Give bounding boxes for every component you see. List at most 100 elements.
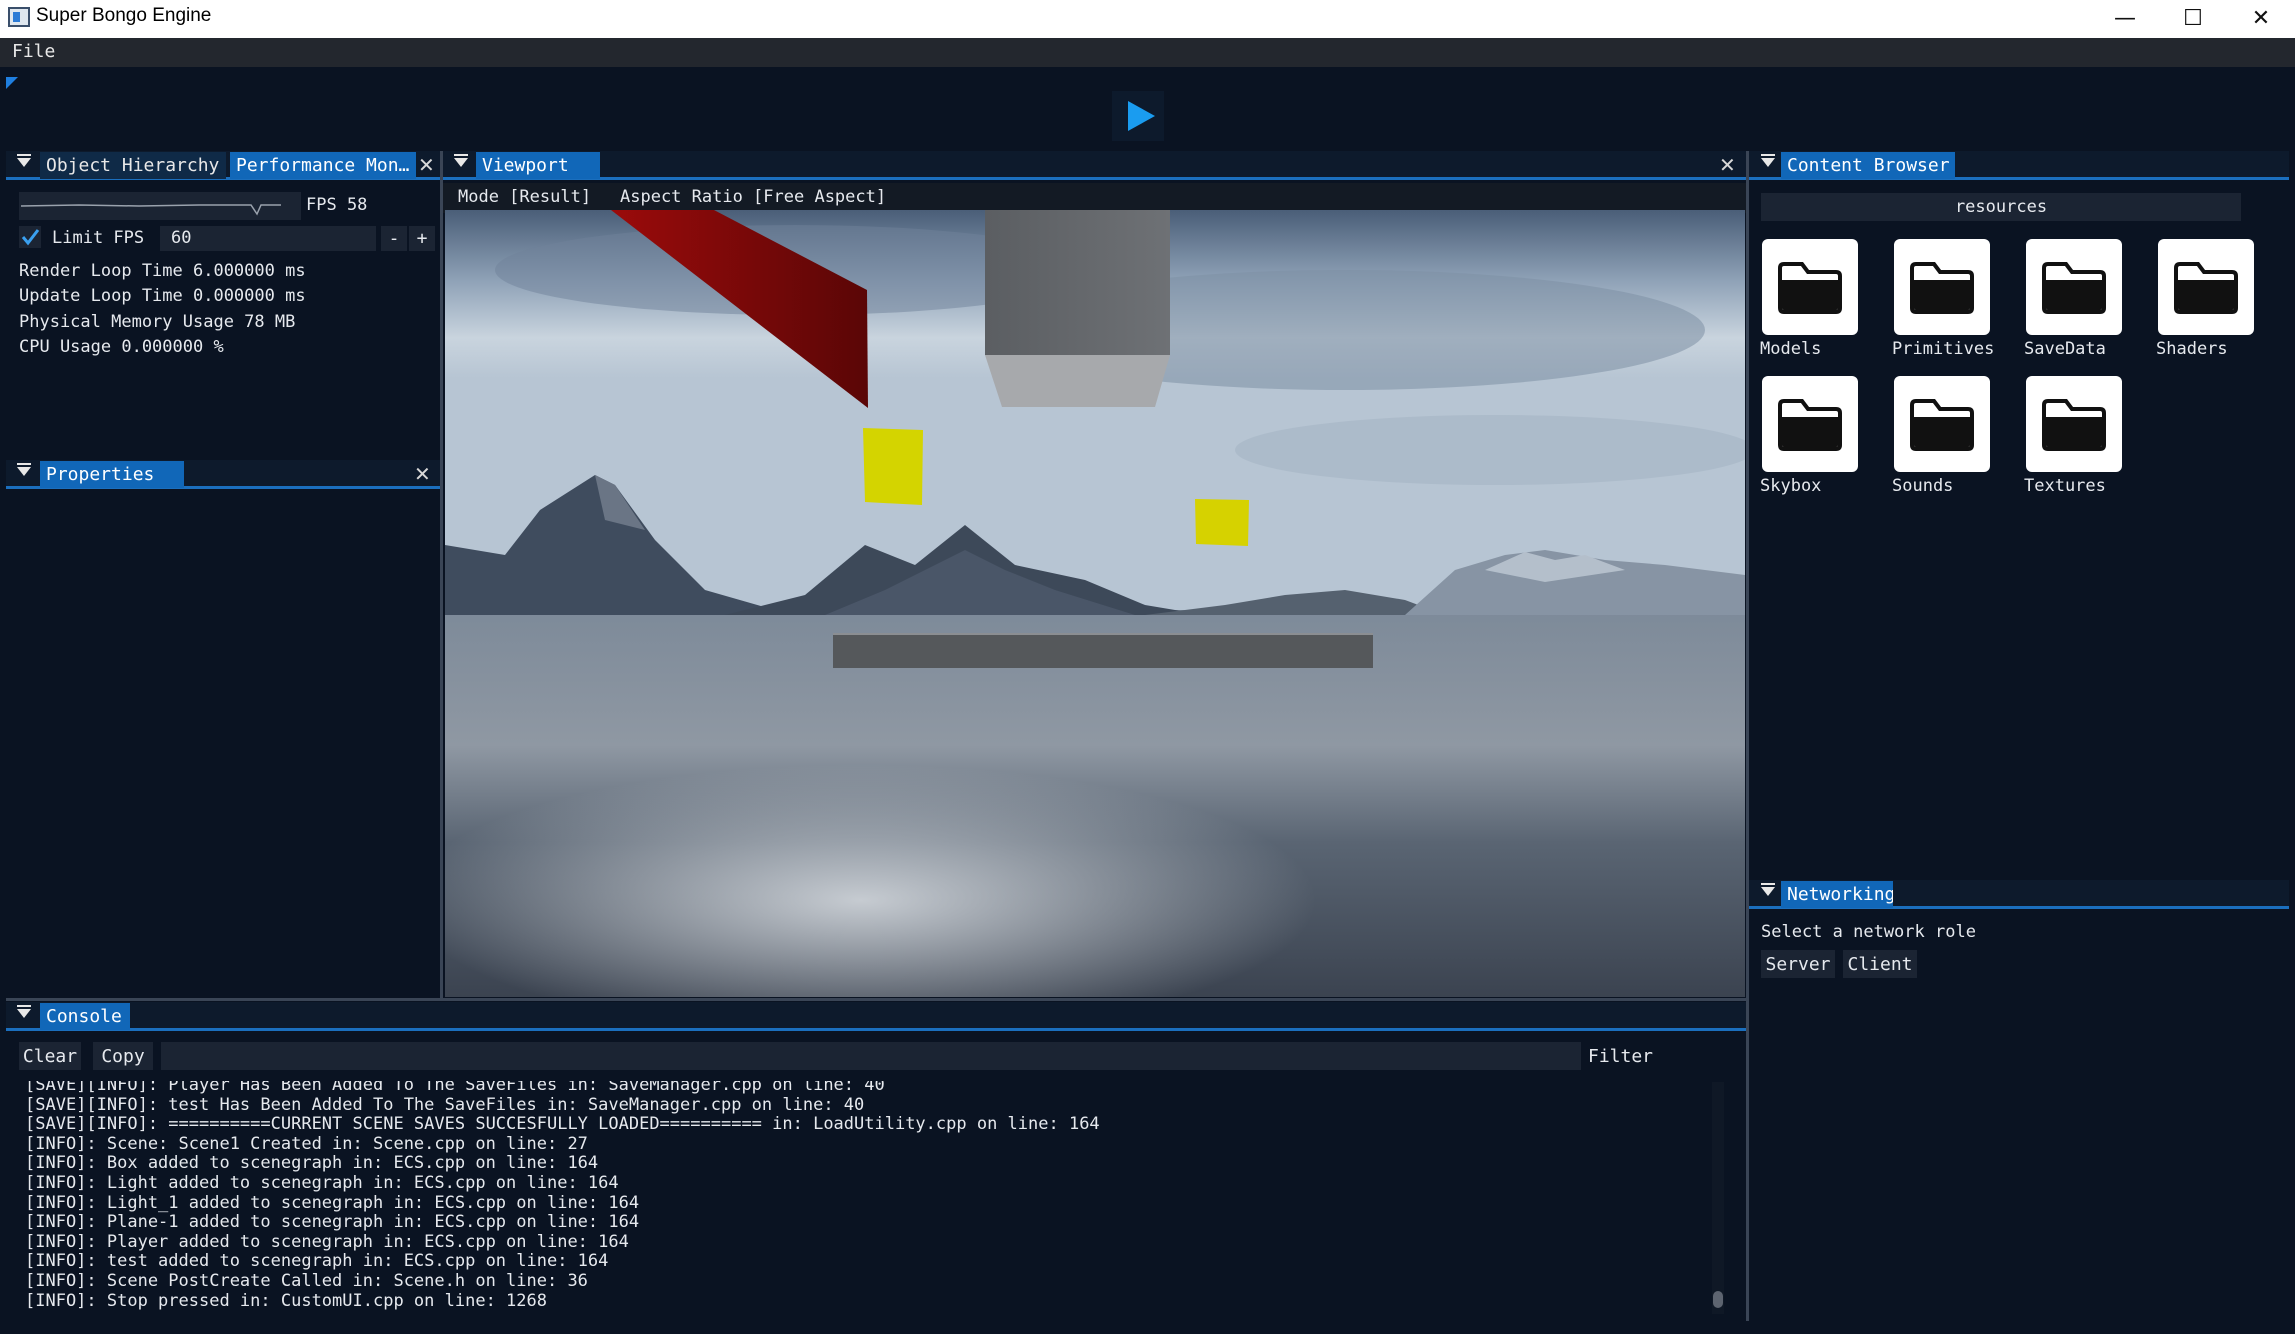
limit-fps-input[interactable]: 60 [160, 226, 376, 251]
close-button[interactable]: ✕ [2226, 0, 2295, 36]
folder-icon [1778, 399, 1842, 451]
properties-tab-bar: Properties ✕ [6, 460, 440, 489]
viewport-panel: Viewport ✕ Mode [Result] Aspect Ratio [F… [443, 151, 1746, 998]
console-line: [INFO]: Light_1 added to scenegraph in: … [25, 1192, 640, 1213]
tab-object-hierarchy[interactable]: Object Hierarchy [40, 152, 226, 179]
toolbar [0, 67, 2295, 151]
filter-label: Filter [1588, 1046, 1654, 1067]
minimize-button[interactable]: — [2090, 0, 2160, 36]
physical-memory-usage: Physical Memory Usage 78 MB [19, 312, 296, 332]
folder-label: Primitives [1892, 339, 1995, 359]
viewport-tab-bar: Viewport ✕ [443, 151, 1746, 180]
filter-input[interactable] [161, 1042, 1581, 1070]
folder-item[interactable] [1894, 376, 1990, 472]
clear-button[interactable]: Clear [19, 1042, 81, 1070]
console-line: [SAVE][INFO]: ==========CURRENT SCENE SA… [25, 1114, 1100, 1135]
networking-panel: Networking Select a network role Server … [1749, 880, 2289, 1321]
collapse-arrow-icon[interactable] [1761, 154, 1775, 167]
path-label: resources [1954, 197, 2048, 217]
copy-button[interactable]: Copy [93, 1042, 153, 1070]
aspect-ratio-selector[interactable]: Aspect Ratio [Free Aspect] [620, 187, 886, 207]
console-line: [INFO]: Scene PostCreate Called in: Scen… [25, 1271, 588, 1291]
console-line: [INFO]: Stop pressed in: CustomUI.cpp on… [25, 1290, 547, 1311]
performance-panel: Object Hierarchy Performance Mon… ✕ FPS … [6, 151, 440, 456]
collapse-arrow-icon[interactable] [17, 463, 31, 476]
folder-item[interactable] [1762, 239, 1858, 335]
splitter-bottom[interactable] [6, 998, 1746, 1001]
tab-viewport[interactable]: Viewport [476, 152, 600, 179]
fps-label: FPS 58 [306, 195, 368, 215]
render-loop-time: Render Loop Time 6.000000 ms [19, 261, 306, 281]
console-line: [INFO]: test added to scenegraph in: ECS… [25, 1251, 609, 1272]
folder-item[interactable] [2026, 376, 2122, 472]
play-button[interactable] [1112, 91, 1164, 141]
folder-item[interactable] [2158, 239, 2254, 335]
folder-item[interactable] [2026, 239, 2122, 335]
limit-fps-value: 60 [171, 228, 192, 248]
mode-selector[interactable]: Mode [Result] [458, 187, 591, 207]
play-icon [1127, 101, 1155, 131]
console-line: [SAVE][INFO]: Player Has Been Added To T… [25, 1081, 885, 1095]
tab-performance-monitor[interactable]: Performance Mon… [230, 152, 416, 179]
console-line: [SAVE][INFO]: test Has Been Added To The… [25, 1094, 865, 1115]
console-line: [INFO]: Scene: Scene1 Created in: Scene.… [25, 1133, 588, 1154]
network-role-prompt: Select a network role [1761, 922, 1976, 942]
tab-content-browser[interactable]: Content Browser [1781, 152, 1955, 179]
folder-label: SaveData [2024, 339, 2106, 359]
folder-icon [2174, 262, 2238, 314]
console-scrollbar-thumb[interactable] [1713, 1291, 1723, 1308]
close-icon[interactable]: ✕ [414, 462, 431, 486]
limit-fps-checkbox[interactable] [19, 226, 41, 248]
tab-properties[interactable]: Properties [40, 461, 184, 488]
console-line: [INFO]: Player added to scenegraph in: E… [25, 1231, 629, 1252]
performance-tab-bar: Object Hierarchy Performance Mon… ✕ [6, 151, 440, 180]
window-title: Super Bongo Engine [36, 5, 212, 26]
console-line: [INFO]: Box added to scenegraph in: ECS.… [25, 1153, 599, 1174]
console-log[interactable]: [SAVE][INFO]: Player Has Been Added To T… [6, 1081, 1736, 1319]
content-browser-panel: Content Browser resources Models Primitiv… [1749, 151, 2289, 871]
limit-fps-decrement-button[interactable]: - [381, 226, 407, 251]
tab-networking[interactable]: Networking [1781, 881, 1893, 908]
dock-corner-icon[interactable] [6, 77, 18, 89]
server-button[interactable]: Server [1761, 950, 1835, 978]
path-breadcrumb[interactable]: resources [1761, 193, 2241, 221]
close-icon[interactable]: ✕ [1719, 153, 1736, 177]
folder-icon [1778, 262, 1842, 314]
folder-icon [2042, 262, 2106, 314]
folder-icon [1910, 399, 1974, 451]
viewport-options-bar: Mode [Result] Aspect Ratio [Free Aspect] [443, 183, 1746, 213]
tab-console[interactable]: Console [40, 1003, 130, 1030]
folder-label: Textures [2024, 476, 2106, 496]
window-title-bar: Super Bongo Engine — ☐ ✕ [0, 0, 2295, 38]
maximize-button[interactable]: ☐ [2158, 0, 2228, 36]
cpu-usage: CPU Usage 0.000000 % [19, 337, 224, 357]
folder-label: Models [1760, 339, 1822, 359]
content-browser-tab-bar: Content Browser [1749, 151, 2289, 180]
console-tab-bar: Console [6, 1002, 1746, 1031]
console-line: [INFO]: Plane-1 added to scenegraph in: … [25, 1212, 640, 1233]
collapse-arrow-icon[interactable] [17, 154, 31, 167]
folder-icon [1910, 262, 1974, 314]
folder-item[interactable] [1762, 376, 1858, 472]
collapse-arrow-icon[interactable] [454, 154, 468, 167]
collapse-arrow-icon[interactable] [1761, 883, 1775, 896]
folder-label: Skybox [1760, 476, 1822, 496]
viewport-scene[interactable] [445, 210, 1745, 997]
collapse-arrow-icon[interactable] [17, 1005, 31, 1018]
limit-fps-increment-button[interactable]: + [409, 226, 435, 251]
console-scrollbar[interactable] [1712, 1082, 1724, 1314]
fps-graph [19, 192, 301, 220]
app-icon [8, 7, 30, 27]
console-panel: Console Clear Copy Filter [SAVE][INFO]: … [6, 1002, 1746, 1321]
folder-item[interactable] [1894, 239, 1990, 335]
properties-panel: Properties ✕ [6, 460, 440, 998]
menu-bar: File [0, 38, 2295, 67]
menu-file[interactable]: File [12, 41, 55, 62]
close-icon[interactable]: ✕ [418, 153, 435, 177]
networking-tab-bar: Networking [1749, 880, 2289, 909]
client-button[interactable]: Client [1843, 950, 1917, 978]
folder-label: Sounds [1892, 476, 1954, 496]
limit-fps-label: Limit FPS [52, 228, 145, 248]
folder-icon [2042, 399, 2106, 451]
console-line: [INFO]: Light added to scenegraph in: EC… [25, 1173, 619, 1193]
